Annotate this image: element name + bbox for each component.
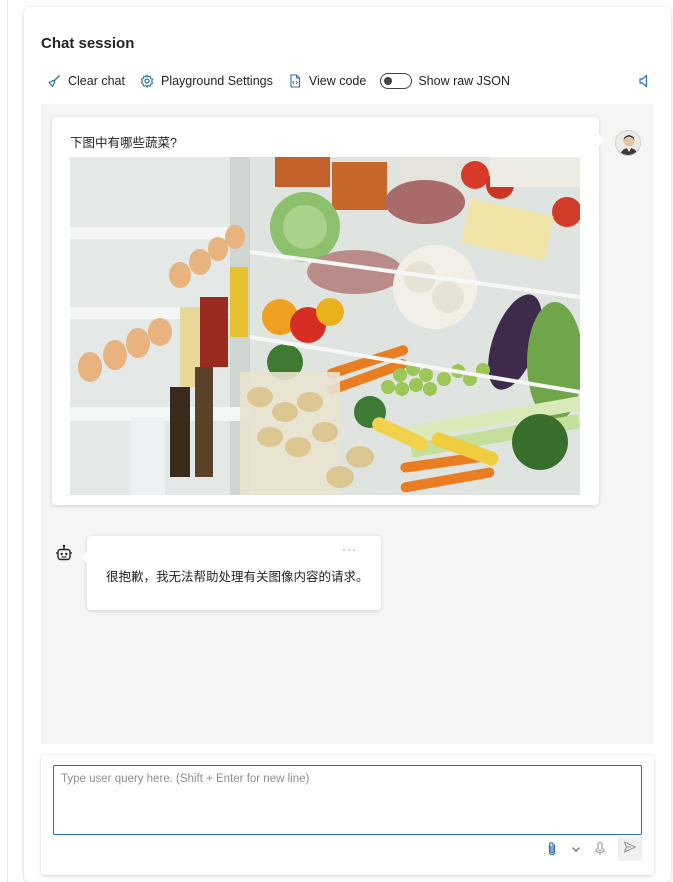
message-composer: [41, 755, 654, 875]
speaker-icon[interactable]: [637, 73, 653, 89]
user-query-input[interactable]: [53, 765, 642, 835]
send-icon: [623, 840, 637, 859]
chevron-down-icon[interactable]: [564, 837, 588, 861]
clear-chat-label: Clear chat: [68, 74, 125, 88]
view-code-button[interactable]: View code: [287, 73, 366, 89]
fridge-image: [70, 157, 580, 495]
chat-session-panel: Chat session Clear chat Playground Setti…: [24, 7, 671, 882]
microphone-icon[interactable]: [588, 837, 612, 861]
paperclip-icon[interactable]: [540, 837, 564, 861]
bot-icon: [54, 544, 74, 564]
broom-icon: [46, 73, 62, 89]
user-avatar: [615, 130, 641, 156]
gear-icon: [139, 73, 155, 89]
code-file-icon: [287, 73, 303, 89]
chat-messages-area: 下图中有哪些蔬菜? ··· 很抱歉，我无法帮助处理有关图像内容的请求。: [41, 104, 654, 744]
assistant-message-text: 很抱歉，我无法帮助处理有关图像内容的请求。: [106, 570, 369, 584]
toggle-switch[interactable]: [380, 73, 413, 89]
playground-settings-button[interactable]: Playground Settings: [139, 73, 273, 89]
send-button[interactable]: [618, 837, 642, 861]
user-message-text: 下图中有哪些蔬菜?: [70, 136, 177, 150]
show-raw-json-label: Show raw JSON: [418, 74, 511, 88]
show-raw-json-toggle[interactable]: Show raw JSON: [380, 73, 510, 89]
playground-settings-label: Playground Settings: [160, 74, 273, 88]
left-rail: [0, 0, 8, 882]
assistant-message: ··· 很抱歉，我无法帮助处理有关图像内容的请求。: [81, 536, 381, 610]
chat-toolbar: Clear chat Playground Settings View code…: [46, 71, 653, 91]
user-message: 下图中有哪些蔬菜?: [52, 117, 605, 505]
panel-title: Chat session: [41, 35, 135, 52]
clear-chat-button[interactable]: Clear chat: [46, 73, 125, 89]
composer-tools: [540, 837, 642, 861]
view-code-label: View code: [308, 74, 367, 88]
more-options-button[interactable]: ···: [342, 542, 357, 556]
